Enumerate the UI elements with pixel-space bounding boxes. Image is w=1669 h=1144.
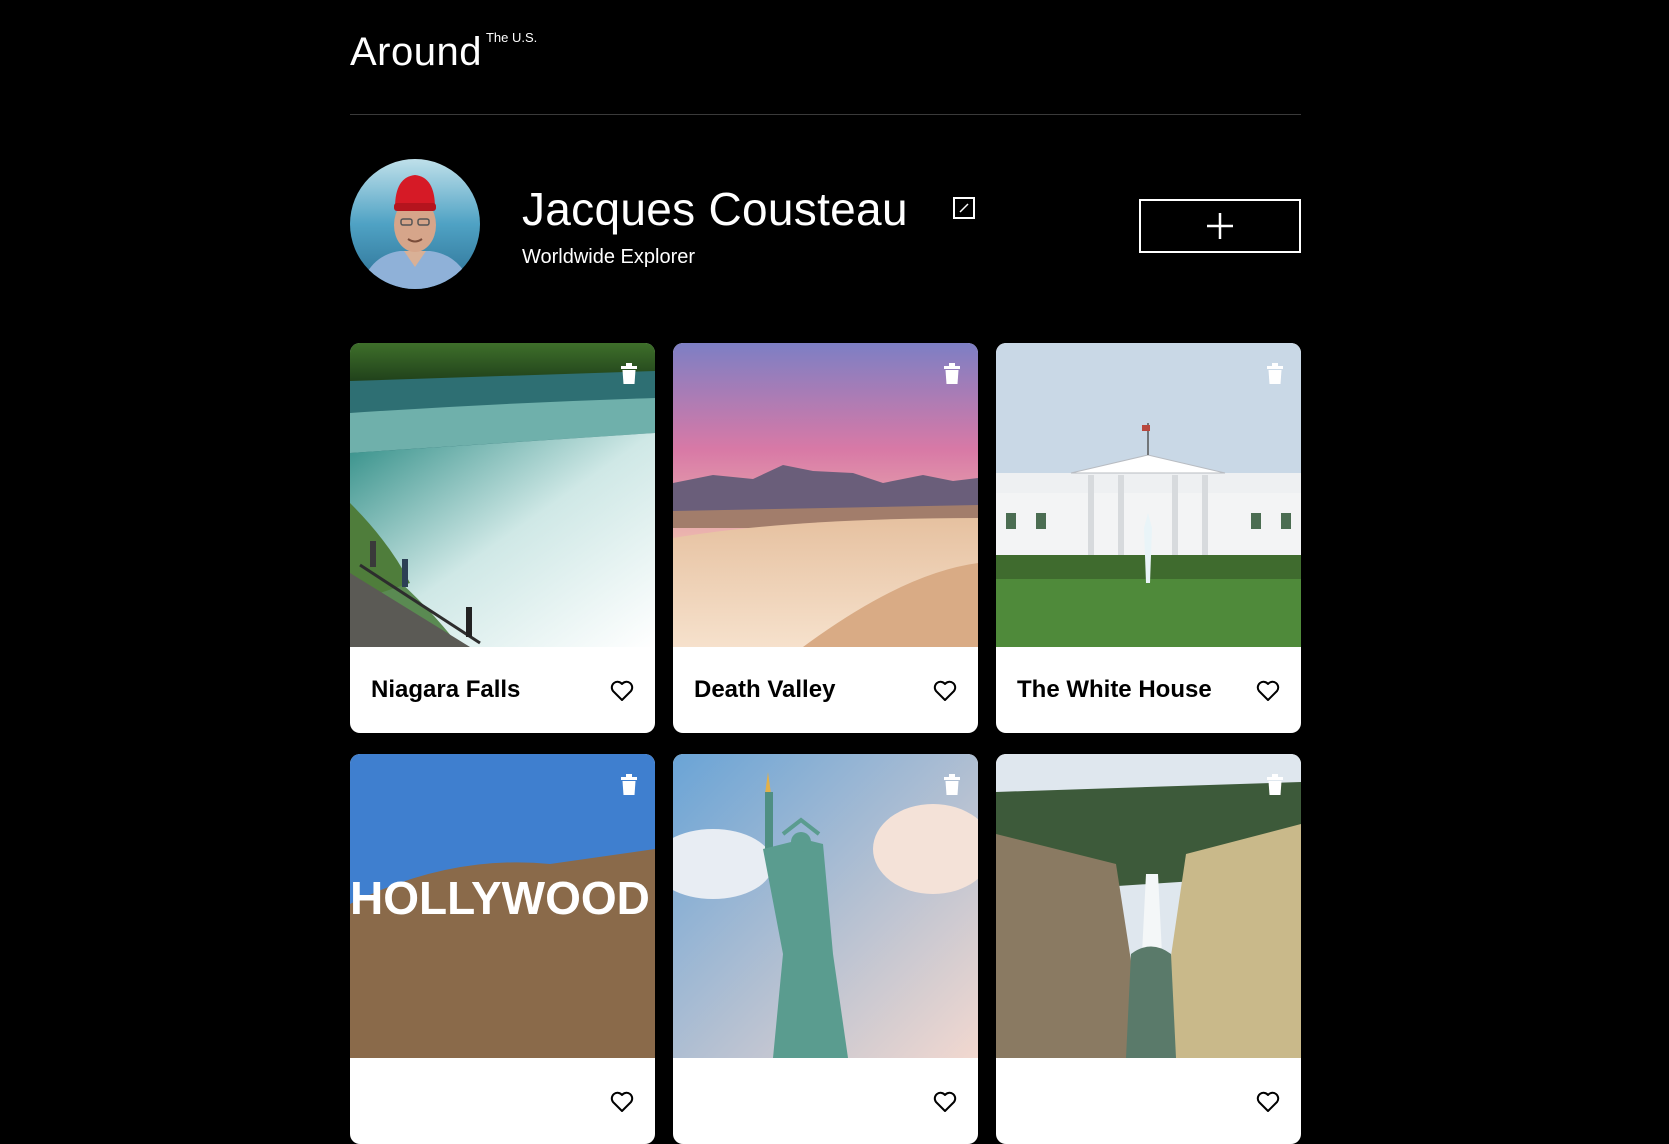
heart-icon[interactable] — [610, 680, 634, 702]
card-image[interactable] — [673, 754, 978, 1058]
profile-about: Worldwide Explorer — [522, 246, 696, 268]
add-card-button[interactable] — [1139, 199, 1301, 253]
card: Niagara Falls — [350, 343, 655, 733]
trash-icon[interactable] — [620, 363, 638, 384]
profile-name: Jacques Cousteau — [522, 183, 908, 235]
card-image[interactable]: HOLLYWOOD — [350, 754, 655, 1058]
card-image[interactable] — [996, 754, 1301, 1058]
edit-icon — [959, 203, 969, 213]
card: The White House — [996, 343, 1301, 733]
trash-icon[interactable] — [1266, 363, 1284, 384]
page: Around The U.S. Jacques Cousteau Worldwi… — [350, 0, 1301, 1144]
heart-icon[interactable] — [933, 1091, 957, 1113]
heart-icon[interactable] — [1256, 680, 1280, 702]
card — [996, 754, 1301, 1144]
card-body — [996, 1058, 1301, 1144]
trash-icon[interactable] — [943, 774, 961, 795]
card-body: Death Valley — [673, 647, 978, 733]
card-body — [673, 1058, 978, 1144]
header: Around The U.S. — [350, 0, 1301, 115]
avatar — [350, 159, 480, 289]
card-image[interactable] — [673, 343, 978, 647]
logo-superscript: The U.S. — [485, 30, 538, 45]
card-title: The White House — [1017, 676, 1212, 703]
card-body: The White House — [996, 647, 1301, 733]
heart-icon[interactable] — [610, 1091, 634, 1113]
logo-main: Around — [350, 30, 482, 74]
profile: Jacques Cousteau Worldwide Explorer — [350, 115, 1301, 343]
trash-icon[interactable] — [1266, 774, 1284, 795]
card-title: Niagara Falls — [371, 676, 521, 703]
heart-icon[interactable] — [933, 680, 957, 702]
card — [673, 754, 978, 1144]
plus-icon — [1207, 213, 1233, 239]
card-title: Death Valley — [694, 676, 836, 703]
edit-profile-button[interactable] — [953, 197, 975, 219]
card-body — [350, 1058, 655, 1144]
hollywood-sign: HOLLYWOOD — [350, 872, 650, 924]
logo: Around The U.S. — [350, 28, 537, 76]
card: Death Valley — [673, 343, 978, 733]
card: HOLLYWOOD — [350, 754, 655, 1144]
heart-icon[interactable] — [1256, 1091, 1280, 1113]
card-body: Niagara Falls — [350, 647, 655, 733]
trash-icon[interactable] — [943, 363, 961, 384]
card-image[interactable] — [996, 343, 1301, 647]
card-image[interactable] — [350, 343, 655, 647]
trash-icon[interactable] — [620, 774, 638, 795]
